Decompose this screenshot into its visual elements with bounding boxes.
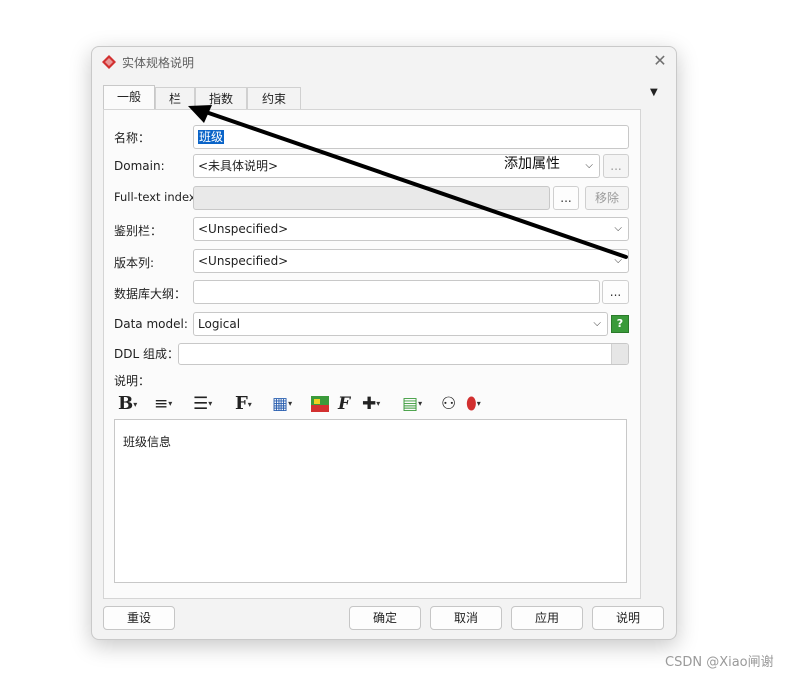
watermark: CSDN @Xiao闸谢	[665, 655, 774, 670]
annotation-arrow-icon	[188, 105, 628, 259]
